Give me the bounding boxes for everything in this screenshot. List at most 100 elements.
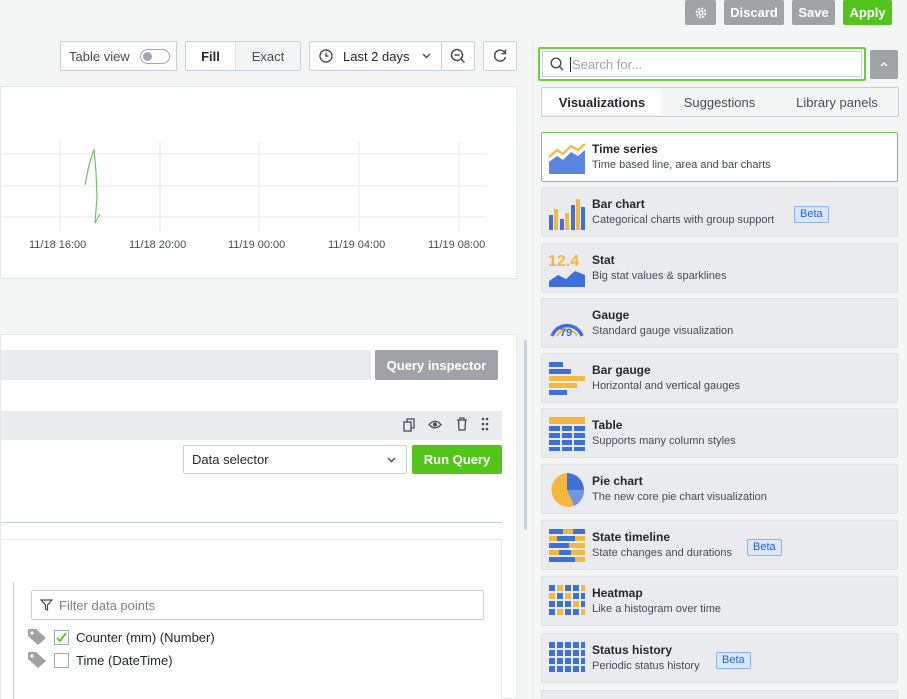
data-selector-value: Data selector [192,452,269,467]
viz-title: Status history [592,643,673,657]
search-icon [550,57,564,71]
pane-splitter[interactable] [524,340,527,530]
field-label: Time (DateTime) [76,653,173,668]
duplicate-icon[interactable] [403,418,416,432]
beta-badge: Beta [716,652,751,669]
tag-icon [28,652,46,668]
viz-item-state-timeline[interactable]: State timeline State changes and duratio… [541,520,898,570]
filter-placeholder: Filter data points [59,597,156,613]
apply-button[interactable]: Apply [843,0,892,25]
data-selector-dropdown[interactable]: Data selector [183,445,407,474]
chevron-down-icon [422,53,430,59]
transform-panel: Filter data points Counter (mm) (Number)… [1,539,502,699]
discard-button[interactable]: Discard [724,0,784,25]
viz-item-pie-chart[interactable]: Pie chart The new core pie chart visuali… [541,464,898,514]
drag-handle-icon[interactable] [481,417,489,431]
viz-title: Heatmap [592,586,643,600]
save-button[interactable]: Save [792,0,835,25]
viz-desc: Supports many column styles [592,435,736,447]
x-tick: 11/18 20:00 [129,239,187,251]
tab-visualizations[interactable]: Visualizations [543,89,661,115]
state-timeline-icon [549,529,585,562]
beta-badge: Beta [794,206,829,223]
viz-desc: Periodic status history [592,660,700,672]
x-tick: 11/19 00:00 [228,239,286,251]
viz-item-time-series[interactable]: Time series Time based line, area and ba… [541,132,898,182]
query-tab-bar [1,350,371,380]
filter-data-points-input[interactable]: Filter data points [31,590,484,620]
panel-separator [13,582,14,699]
stat-icon: 12.4 [548,253,585,287]
graph-panel: 11/18 16:00 11/18 20:00 11/19 00:00 11/1… [0,86,517,279]
eye-icon[interactable] [428,419,442,430]
viz-item-table[interactable]: Table Supports many column styles [541,408,898,458]
tab-suggestions[interactable]: Suggestions [661,89,778,115]
viz-desc: Like a histogram over time [592,603,721,615]
viz-title: State timeline [592,530,671,544]
x-tick: 11/18 16:00 [29,239,87,251]
viz-desc: State changes and durations [592,547,733,559]
viz-item-partial[interactable] [541,690,898,699]
viz-desc: The new core pie chart visualization [592,491,767,503]
query-editor-panel: Query inspector Data selector Run Query … [0,334,517,699]
heatmap-icon [549,585,585,615]
x-tick: 11/19 04:00 [328,239,386,251]
chevron-up-icon [880,62,888,67]
search-input[interactable]: Search for... [538,47,866,81]
field-checkbox-checked[interactable] [54,630,69,645]
bar-gauge-icon [549,362,585,395]
tag-icon [28,629,46,645]
trash-icon[interactable] [456,417,468,431]
pie-chart-icon [551,473,585,507]
viz-title: Table [592,418,623,432]
table-view-toggle[interactable]: Table view [60,41,177,71]
field-label: Counter (mm) (Number) [76,630,215,645]
viz-desc: Horizontal and vertical gauges [592,380,740,392]
gauge-icon-text: 79 [560,327,572,339]
filter-icon [40,599,53,611]
status-history-icon [549,642,585,672]
viz-desc: Time based line, area and bar charts [592,159,771,171]
viz-desc: Big stat values & sparklines [592,270,727,282]
time-range-picker[interactable]: Last 2 days [309,41,442,71]
table-view-label: Table view [69,48,130,64]
search-placeholder: Search for... [572,56,643,72]
bar-chart-icon [549,199,585,230]
viz-desc: Categorical charts with group support [592,214,775,226]
gear-icon [695,7,706,18]
fill-option[interactable]: Fill [186,42,236,70]
viz-desc: Standard gauge visualization [592,325,734,337]
collapse-picker-button[interactable] [870,50,898,79]
divider [1,522,502,523]
viz-item-bar-chart[interactable]: Bar chart Categorical charts with group … [541,187,898,237]
table-icon [549,417,585,451]
refresh-button[interactable] [483,41,517,71]
viz-title: Gauge [592,308,630,322]
chevron-down-icon [387,457,396,463]
viz-item-status-history[interactable]: Status history Periodic status history B… [541,633,898,683]
viz-item-stat[interactable]: 12.4 Stat Big stat values & sparklines [541,243,898,293]
time-range-label: Last 2 days [343,48,410,64]
field-checkbox-unchecked[interactable] [54,653,69,668]
check-icon [56,632,67,643]
clock-icon [319,49,333,63]
viz-item-bar-gauge[interactable]: Bar gauge Horizontal and vertical gauges [541,353,898,403]
viz-item-heatmap[interactable]: Heatmap Like a histogram over time [541,576,898,626]
query-row-header [1,411,502,440]
zoom-out-button[interactable] [441,41,475,71]
exact-option[interactable]: Exact [236,42,300,70]
viz-title: Time series [592,142,658,156]
search-caret [570,56,571,72]
settings-button[interactable] [685,0,716,25]
viz-title: Pie chart [592,474,643,488]
stat-icon-text: 12.4 [548,253,579,270]
tab-library-panels[interactable]: Library panels [778,89,896,115]
viz-item-gauge[interactable]: 79 Gauge Standard gauge visualization [541,298,898,348]
query-inspector-button[interactable]: Query inspector [375,350,498,380]
refresh-icon [493,49,507,62]
run-query-button[interactable]: Run Query [412,445,502,474]
toggle-switch[interactable] [139,48,170,64]
zoom-out-icon [450,48,466,64]
gauge-icon: 79 [550,323,584,339]
x-tick: 11/19 08:00 [428,239,486,251]
